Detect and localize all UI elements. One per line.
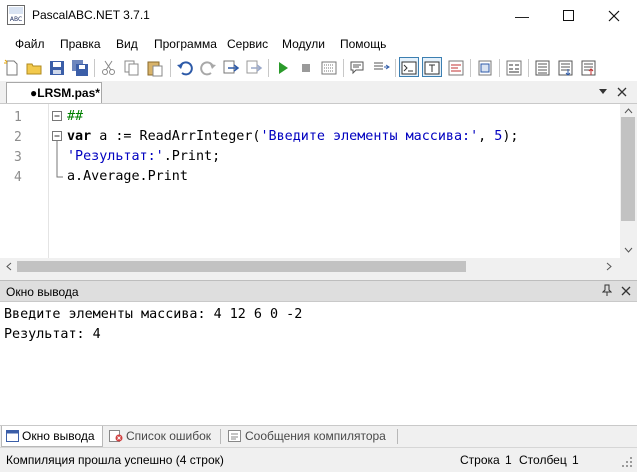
close-window-button[interactable] (591, 0, 637, 31)
resize-grip-icon[interactable] (621, 456, 633, 468)
line-number: 1 (14, 110, 22, 125)
code-line-3: 'Результат:'.Print; (67, 149, 220, 164)
status-row-label: Строка (460, 453, 500, 467)
menu-program[interactable]: Программа (154, 37, 217, 51)
save-all-icon[interactable] (71, 59, 89, 77)
comment-icon[interactable] (349, 59, 367, 77)
text-icon[interactable] (423, 59, 441, 77)
output-panel-header (0, 280, 637, 302)
tab-output-window-label: Окно вывода (22, 429, 95, 443)
scroll-right-icon[interactable] (606, 262, 612, 271)
toolbar-separator (499, 59, 500, 77)
status-message: Компиляция прошла успешно (4 строк) (6, 453, 224, 467)
output-window-icon (6, 430, 19, 442)
output-panel-title: Окно вывода (6, 285, 79, 299)
code-string: 'Введите элементы массива:' (260, 129, 479, 144)
tab-list-chevron-icon[interactable] (598, 88, 608, 96)
menu-modules[interactable]: Модули (282, 37, 325, 51)
tab-separator (397, 429, 398, 444)
code-keyword: var (67, 129, 92, 144)
close-icon (608, 10, 620, 21)
scroll-left-icon[interactable] (6, 262, 12, 271)
file-tab-label: ●LRSM.pas* (30, 86, 100, 100)
fold-toggle-button[interactable] (52, 110, 63, 121)
debug-icon[interactable] (320, 59, 338, 77)
minimize-button[interactable]: — (499, 0, 545, 31)
code-line-2: var a := ReadArrInteger('Введите элемент… (67, 129, 518, 144)
step-out-icon[interactable] (580, 59, 598, 77)
toolbar-separator (470, 59, 471, 77)
menu-help[interactable]: Помощь (340, 37, 386, 51)
code-icon[interactable] (505, 59, 523, 77)
status-col-value: 1 (572, 453, 579, 467)
maximize-icon (562, 10, 574, 21)
step-into-icon[interactable] (557, 59, 575, 77)
open-folder-icon[interactable] (25, 59, 43, 77)
redo-icon[interactable] (199, 59, 217, 77)
menu-service[interactable]: Сервис (227, 37, 268, 51)
vertical-scroll-thumb[interactable] (621, 117, 635, 221)
close-tab-icon[interactable] (617, 87, 627, 97)
pin-icon[interactable] (602, 284, 612, 296)
menu-edit[interactable]: Правка (60, 37, 101, 51)
uncomment-icon[interactable] (372, 59, 390, 77)
save-icon[interactable] (48, 59, 66, 77)
output-line: Результат: 4 (4, 327, 101, 342)
maximize-button[interactable] (545, 0, 591, 31)
error-list-icon (109, 430, 123, 442)
undo-icon[interactable] (176, 59, 194, 77)
window-title: PascalABC.NET 3.7.1 (32, 8, 150, 22)
compiler-messages-icon (228, 430, 241, 442)
toolbar-separator (528, 59, 529, 77)
close-panel-icon[interactable] (621, 286, 631, 296)
line-number: 3 (14, 150, 22, 165)
toolbar-separator (268, 59, 269, 77)
code-text: a := ReadArrInteger( (91, 129, 261, 144)
horizontal-scroll-thumb[interactable] (17, 261, 466, 272)
toolbar-separator (395, 59, 396, 77)
paste-icon[interactable] (146, 59, 164, 77)
find-icon[interactable] (222, 59, 240, 77)
line-number: 2 (14, 130, 22, 145)
code-text: ); (502, 129, 519, 144)
watch-icon[interactable] (534, 59, 552, 77)
tab-compiler-messages-label: Сообщения компилятора (245, 429, 386, 443)
code-comment: ## (67, 109, 84, 124)
minimize-icon: — (515, 7, 529, 24)
status-col-label: Столбец (519, 453, 567, 467)
scroll-down-icon[interactable] (624, 247, 633, 253)
output-line: Введите элементы массива: 4 12 6 0 -2 (4, 307, 303, 322)
console-icon[interactable] (400, 59, 418, 77)
toolbar-separator (94, 59, 95, 77)
format-icon[interactable] (447, 59, 465, 77)
code-text: , (478, 129, 495, 144)
menu-file[interactable]: Файл (15, 37, 45, 51)
code-line-1: ## (67, 109, 83, 124)
line-number: 4 (14, 170, 22, 185)
tab-error-list-label: Список ошибок (126, 429, 212, 443)
new-file-icon[interactable] (3, 59, 21, 77)
copy-icon[interactable] (123, 59, 141, 77)
code-text: a.Average.Print (67, 169, 188, 184)
tab-separator (220, 429, 221, 444)
code-text: .Print; (163, 149, 221, 164)
stop-icon[interactable] (297, 59, 315, 77)
fold-toggle-button[interactable] (52, 130, 63, 141)
code-string: 'Результат:' (67, 149, 164, 164)
replace-icon[interactable] (245, 59, 263, 77)
code-line-4: a.Average.Print (67, 169, 188, 184)
scroll-up-icon[interactable] (624, 108, 633, 114)
svg-text:ABC: ABC (10, 16, 22, 23)
status-row-value: 1 (505, 453, 512, 467)
toolbar-separator (343, 59, 344, 77)
cut-icon[interactable] (100, 59, 118, 77)
menu-view[interactable]: Вид (116, 37, 138, 51)
run-icon[interactable] (274, 59, 292, 77)
properties-icon[interactable] (476, 59, 494, 77)
toolbar-separator (170, 59, 171, 77)
app-logo-icon: ABC (7, 5, 25, 25)
